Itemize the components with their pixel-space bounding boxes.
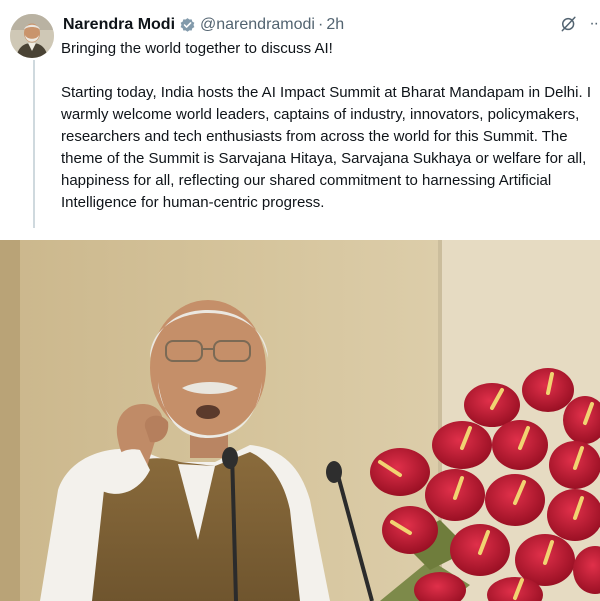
grok-icon[interactable]	[559, 14, 579, 34]
tweet[interactable]: Narendra Modi @narendramodi · 2h ·· Brin…	[0, 0, 600, 601]
author-name[interactable]: Narendra Modi	[63, 16, 175, 34]
speaker-photo-image	[0, 240, 600, 601]
tweet-header: Narendra Modi @narendramodi · 2h	[63, 14, 592, 36]
tweet-timestamp[interactable]: 2h	[326, 16, 344, 34]
verified-badge-icon	[180, 17, 195, 32]
tweet-text: Bringing the world together to discuss A…	[61, 38, 593, 214]
tweet-photo[interactable]	[0, 240, 600, 601]
tweet-actions-top: ··	[559, 14, 599, 34]
author-handle[interactable]: @narendramodi	[200, 16, 315, 34]
thread-connector-line	[33, 60, 35, 228]
header-separator: ·	[317, 16, 324, 33]
more-options-icon[interactable]: ··	[589, 14, 599, 34]
avatar-portrait-icon	[10, 14, 54, 58]
tweet-paragraph: Starting today, India hosts the AI Impac…	[61, 84, 591, 211]
avatar[interactable]	[10, 14, 54, 58]
tweet-headline: Bringing the world together to discuss A…	[61, 40, 333, 57]
